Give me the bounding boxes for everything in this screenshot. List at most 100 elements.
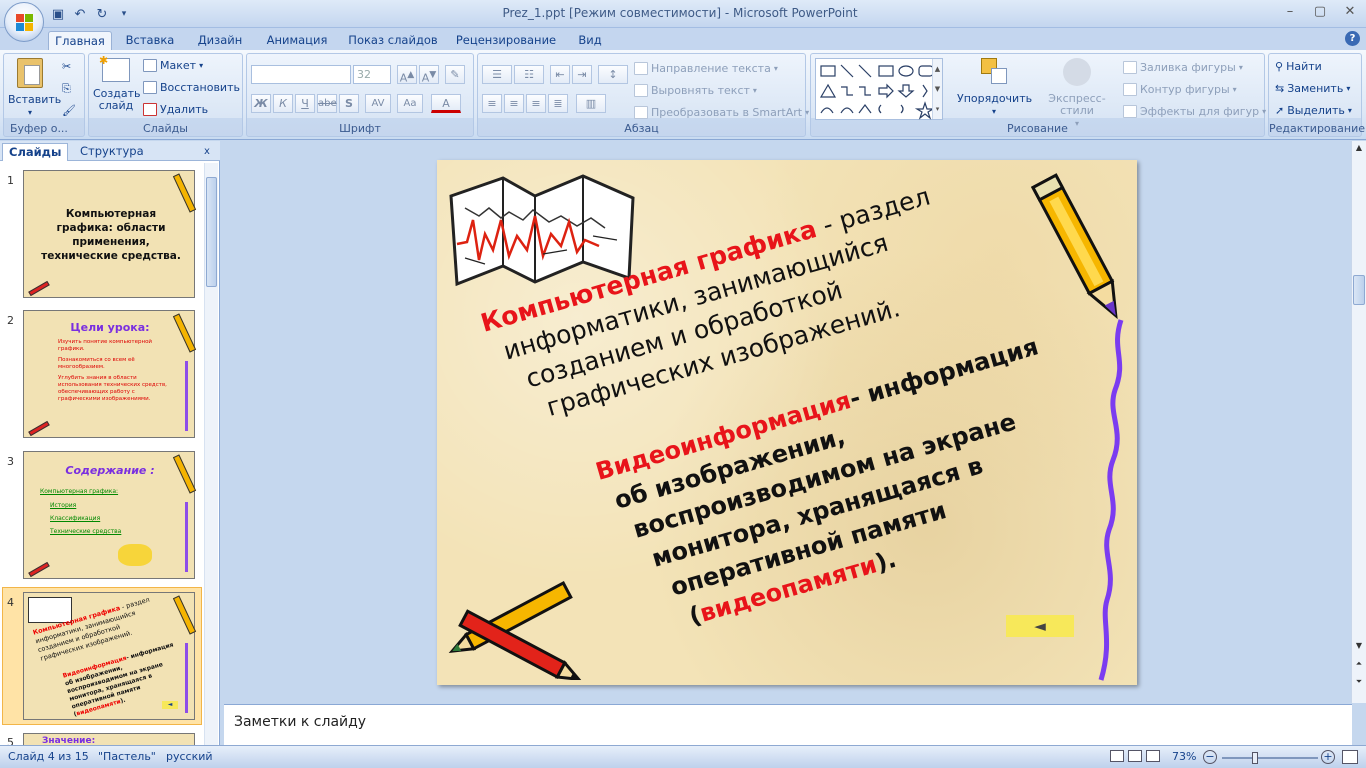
strikethrough-button[interactable]: abe bbox=[317, 94, 337, 113]
align-center-icon[interactable]: ≡ bbox=[504, 94, 524, 113]
previous-slide-icon[interactable]: ⏶ bbox=[1353, 659, 1365, 673]
thumb-title: Значение: bbox=[42, 736, 96, 745]
status-bar: Слайд 4 из 15 "Пастель" русский 73% − + bbox=[0, 745, 1366, 768]
group-drawing: ▲ ▼ ▾ Упорядочить ▾ Экспресс-стили ▾ Заливка… bbox=[810, 53, 1266, 137]
char-spacing-button[interactable]: AV bbox=[365, 94, 391, 113]
office-button[interactable] bbox=[4, 2, 44, 42]
align-text-button[interactable]: Выровнять текст ▾ bbox=[634, 84, 757, 97]
redo-icon[interactable]: ↻ bbox=[94, 6, 110, 22]
thumb-title: Содержание : bbox=[65, 464, 155, 477]
zoom-level[interactable]: 73% bbox=[1172, 750, 1196, 763]
zoom-in-icon[interactable]: + bbox=[1321, 750, 1335, 764]
reset-icon bbox=[143, 81, 157, 94]
tab-view[interactable]: Вид bbox=[572, 31, 608, 50]
back-arrow-button[interactable]: ◄ bbox=[1006, 615, 1074, 637]
numbering-icon[interactable]: ☷ bbox=[514, 65, 544, 84]
scroll-up-icon[interactable]: ▲ bbox=[1353, 143, 1365, 155]
tab-animation[interactable]: Анимация bbox=[262, 31, 332, 50]
grow-font-icon[interactable]: A▲ bbox=[397, 65, 417, 85]
columns-icon[interactable]: ▥ bbox=[576, 94, 606, 113]
tab-review[interactable]: Рецензирование bbox=[452, 31, 560, 50]
font-color-button[interactable]: A bbox=[431, 94, 461, 113]
zoom-out-icon[interactable]: − bbox=[1203, 750, 1217, 764]
clear-format-icon[interactable]: ✎ bbox=[445, 65, 465, 84]
shapes-gallery[interactable]: ▲ ▼ ▾ bbox=[815, 58, 943, 120]
zoom-slider-thumb[interactable] bbox=[1252, 752, 1258, 764]
save-icon[interactable]: ▣ bbox=[50, 6, 66, 22]
clipboard-icon bbox=[17, 58, 43, 88]
next-slide-icon[interactable]: ⏷ bbox=[1353, 677, 1365, 691]
normal-view-icon[interactable] bbox=[1110, 750, 1124, 762]
slide-vertical-scrollbar[interactable]: ▲ ▼ ⏶ ⏷ bbox=[1351, 141, 1366, 703]
bold-button[interactable]: Ж bbox=[251, 94, 271, 113]
scroll-down-icon[interactable]: ▼ bbox=[1353, 641, 1365, 653]
fit-to-window-icon[interactable] bbox=[1342, 750, 1358, 764]
shape-outline-button[interactable]: Контур фигуры ▾ bbox=[1123, 83, 1237, 96]
zoom-slider[interactable] bbox=[1222, 752, 1318, 764]
minimize-button[interactable]: – bbox=[1280, 4, 1300, 20]
bullets-icon[interactable]: ☰ bbox=[482, 65, 512, 84]
copy-icon[interactable]: ⎘ bbox=[62, 82, 71, 96]
maximize-button[interactable]: ▢ bbox=[1310, 4, 1330, 20]
tab-slideshow[interactable]: Показ слайдов bbox=[346, 31, 440, 50]
replace-label: Заменить bbox=[1287, 82, 1344, 95]
smartart-button[interactable]: Преобразовать в SmartArt ▾ bbox=[634, 106, 809, 119]
align-right-icon[interactable]: ≡ bbox=[526, 94, 546, 113]
quick-styles-label: Экспресс-стили bbox=[1048, 92, 1106, 117]
slide-thumbnail-5[interactable]: Значение: bbox=[23, 733, 195, 745]
format-painter-icon[interactable]: 🖌 bbox=[62, 104, 76, 117]
tab-outline[interactable]: Структура bbox=[74, 143, 150, 161]
scroll-thumb[interactable] bbox=[1353, 275, 1365, 305]
align-left-icon[interactable]: ≡ bbox=[482, 94, 502, 113]
smartart-label: Преобразовать в SmartArt bbox=[651, 106, 803, 119]
find-button[interactable]: ⚲ Найти bbox=[1275, 60, 1322, 73]
shape-fill-button[interactable]: Заливка фигуры ▾ bbox=[1123, 61, 1243, 74]
language-indicator[interactable]: русский bbox=[166, 750, 213, 763]
crossed-pencils-clipart bbox=[448, 580, 583, 680]
shadow-button[interactable]: S bbox=[339, 94, 359, 113]
shrink-font-icon[interactable]: A▼ bbox=[419, 65, 439, 85]
undo-icon[interactable]: ↶ bbox=[72, 6, 88, 22]
decrease-indent-icon[interactable]: ⇤ bbox=[550, 65, 570, 84]
notes-field[interactable]: Заметки к слайду bbox=[224, 704, 1352, 745]
slide-thumbnail-1[interactable]: Компьютерная графика: области применения… bbox=[23, 170, 197, 298]
quick-styles-button[interactable]: Экспресс-стили ▾ bbox=[1035, 58, 1119, 130]
delete-slide-button[interactable]: Удалить bbox=[143, 103, 208, 116]
shape-effects-button[interactable]: Эффекты для фигур ▾ bbox=[1123, 105, 1266, 118]
tab-design[interactable]: Дизайн bbox=[192, 31, 248, 50]
reset-button[interactable]: Восстановить bbox=[143, 81, 240, 94]
window-title: Prez_1.ppt [Режим совместимости] - Micro… bbox=[502, 6, 858, 20]
slide-thumbnail-4[interactable]: Компьютерная графика - раздел информатики… bbox=[23, 592, 197, 720]
line-spacing-icon[interactable]: ↕ bbox=[598, 65, 628, 84]
tab-home[interactable]: Главная bbox=[48, 31, 112, 50]
replace-button[interactable]: ⇆ Заменить ▾ bbox=[1275, 82, 1350, 95]
italic-button[interactable]: К bbox=[273, 94, 293, 113]
slides-pane-scrollbar[interactable] bbox=[204, 163, 218, 745]
customize-qat-icon[interactable]: ▾ bbox=[116, 6, 132, 22]
increase-indent-icon[interactable]: ⇥ bbox=[572, 65, 592, 84]
slide-sorter-icon[interactable] bbox=[1128, 750, 1142, 762]
paste-button[interactable]: Вставить ▾ bbox=[8, 58, 61, 119]
select-button[interactable]: ➚ Выделить ▾ bbox=[1275, 104, 1352, 117]
help-icon[interactable]: ? bbox=[1345, 31, 1360, 46]
thumb-bullet: Познакомиться со всем её многообразием. bbox=[58, 357, 135, 370]
arrange-button[interactable]: Упорядочить ▾ bbox=[957, 58, 1032, 118]
close-button[interactable]: ✕ bbox=[1340, 4, 1360, 20]
layout-button[interactable]: Макет ▾ bbox=[143, 59, 203, 72]
tab-insert[interactable]: Вставка bbox=[122, 31, 178, 50]
font-size-field[interactable]: 32 bbox=[353, 65, 391, 84]
underline-button[interactable]: Ч bbox=[295, 94, 315, 113]
text-direction-button[interactable]: Направление текста ▾ bbox=[634, 62, 778, 75]
font-name-field[interactable] bbox=[251, 65, 351, 84]
new-slide-button[interactable]: ✱ Создать слайд bbox=[93, 55, 141, 112]
slide-thumbnail-2[interactable]: Цели урока: Изучить понятие компьютерной… bbox=[23, 310, 197, 438]
current-slide[interactable]: Компьютерная графика - раздел информатик… bbox=[437, 160, 1137, 685]
justify-icon[interactable]: ≣ bbox=[548, 94, 568, 113]
group-slides: ✱ Создать слайд Макет ▾ Восстановить Удал… bbox=[88, 53, 243, 137]
tab-slides[interactable]: Слайды bbox=[2, 143, 69, 161]
change-case-button[interactable]: Aa bbox=[397, 94, 423, 113]
cut-icon[interactable]: ✂ bbox=[62, 60, 71, 73]
close-pane-icon[interactable]: x bbox=[198, 143, 216, 161]
slideshow-view-icon[interactable] bbox=[1146, 750, 1160, 762]
slide-thumbnail-3[interactable]: Содержание : Компьютерная графика: Истор… bbox=[23, 451, 197, 579]
